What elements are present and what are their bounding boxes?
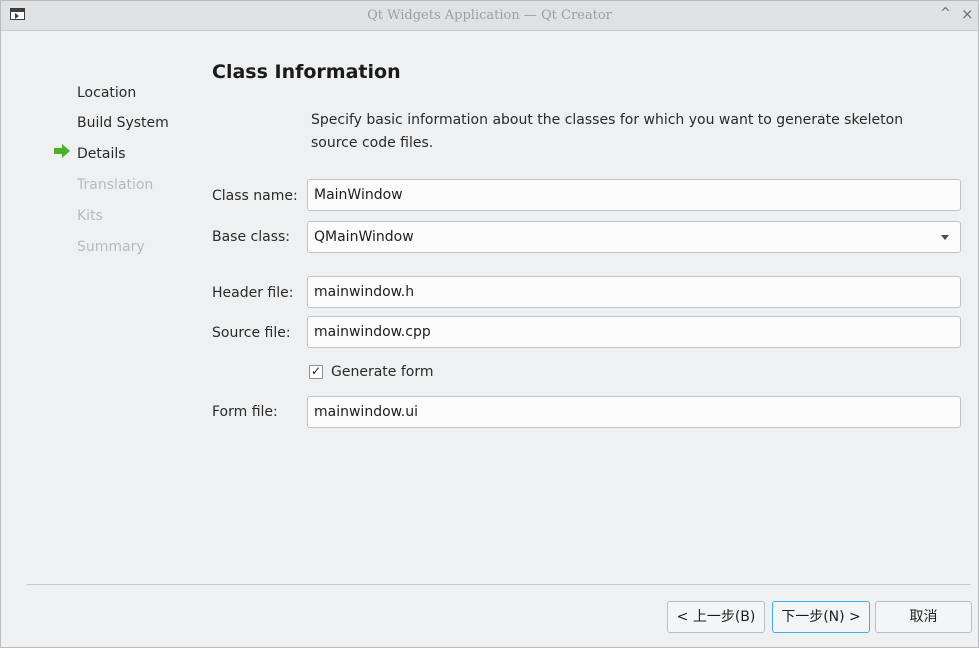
cancel-button[interactable]: 取消 — [875, 601, 972, 633]
generate-form-label[interactable]: Generate form — [331, 364, 433, 380]
close-icon[interactable]: × — [961, 5, 974, 23]
next-button[interactable]: 下一步(N) > — [772, 601, 870, 633]
class-name-input[interactable] — [307, 179, 961, 211]
step-kits: Kits — [53, 204, 193, 235]
collapse-icon[interactable]: ^ — [940, 6, 951, 21]
step-label: Details — [77, 146, 126, 162]
step-location: Location — [53, 81, 193, 111]
page-title: Class Information — [212, 61, 401, 83]
base-class-select[interactable]: QMainWindow — [307, 221, 961, 253]
generate-form-checkbox[interactable]: ✓ — [309, 365, 323, 379]
step-label: Translation — [77, 177, 154, 193]
class-name-label: Class name: — [212, 188, 298, 204]
step-label: Kits — [77, 208, 103, 224]
wizard-window: Qt Widgets Application — Qt Creator ^ × … — [0, 0, 979, 648]
source-file-input[interactable] — [307, 316, 961, 348]
current-step-arrow-icon — [54, 144, 70, 158]
base-class-label: Base class: — [212, 229, 291, 245]
step-label: Summary — [77, 239, 145, 255]
form-file-input[interactable] — [307, 396, 961, 428]
footer-divider — [27, 584, 971, 585]
step-translation: Translation — [53, 173, 193, 204]
source-file-label: Source file: — [212, 325, 291, 341]
form-file-label: Form file: — [212, 404, 278, 420]
header-file-label: Header file: — [212, 285, 294, 301]
step-summary: Summary — [53, 235, 193, 266]
step-label: Build System — [77, 115, 169, 131]
title-bar[interactable]: Qt Widgets Application — Qt Creator ^ × — [1, 1, 978, 31]
step-details: Details — [53, 142, 193, 173]
chevron-down-icon — [941, 235, 949, 240]
page-description: Specify basic information about the clas… — [311, 112, 904, 151]
step-build-system: Build System — [53, 111, 193, 142]
header-file-input[interactable] — [307, 276, 961, 308]
step-label: Location — [77, 85, 137, 101]
back-button[interactable]: < 上一步(B) — [667, 601, 765, 633]
window-title: Qt Widgets Application — Qt Creator — [367, 8, 612, 23]
wizard-steps: Location Build System Details Translatio… — [53, 81, 193, 266]
base-class-value: QMainWindow — [314, 229, 414, 245]
